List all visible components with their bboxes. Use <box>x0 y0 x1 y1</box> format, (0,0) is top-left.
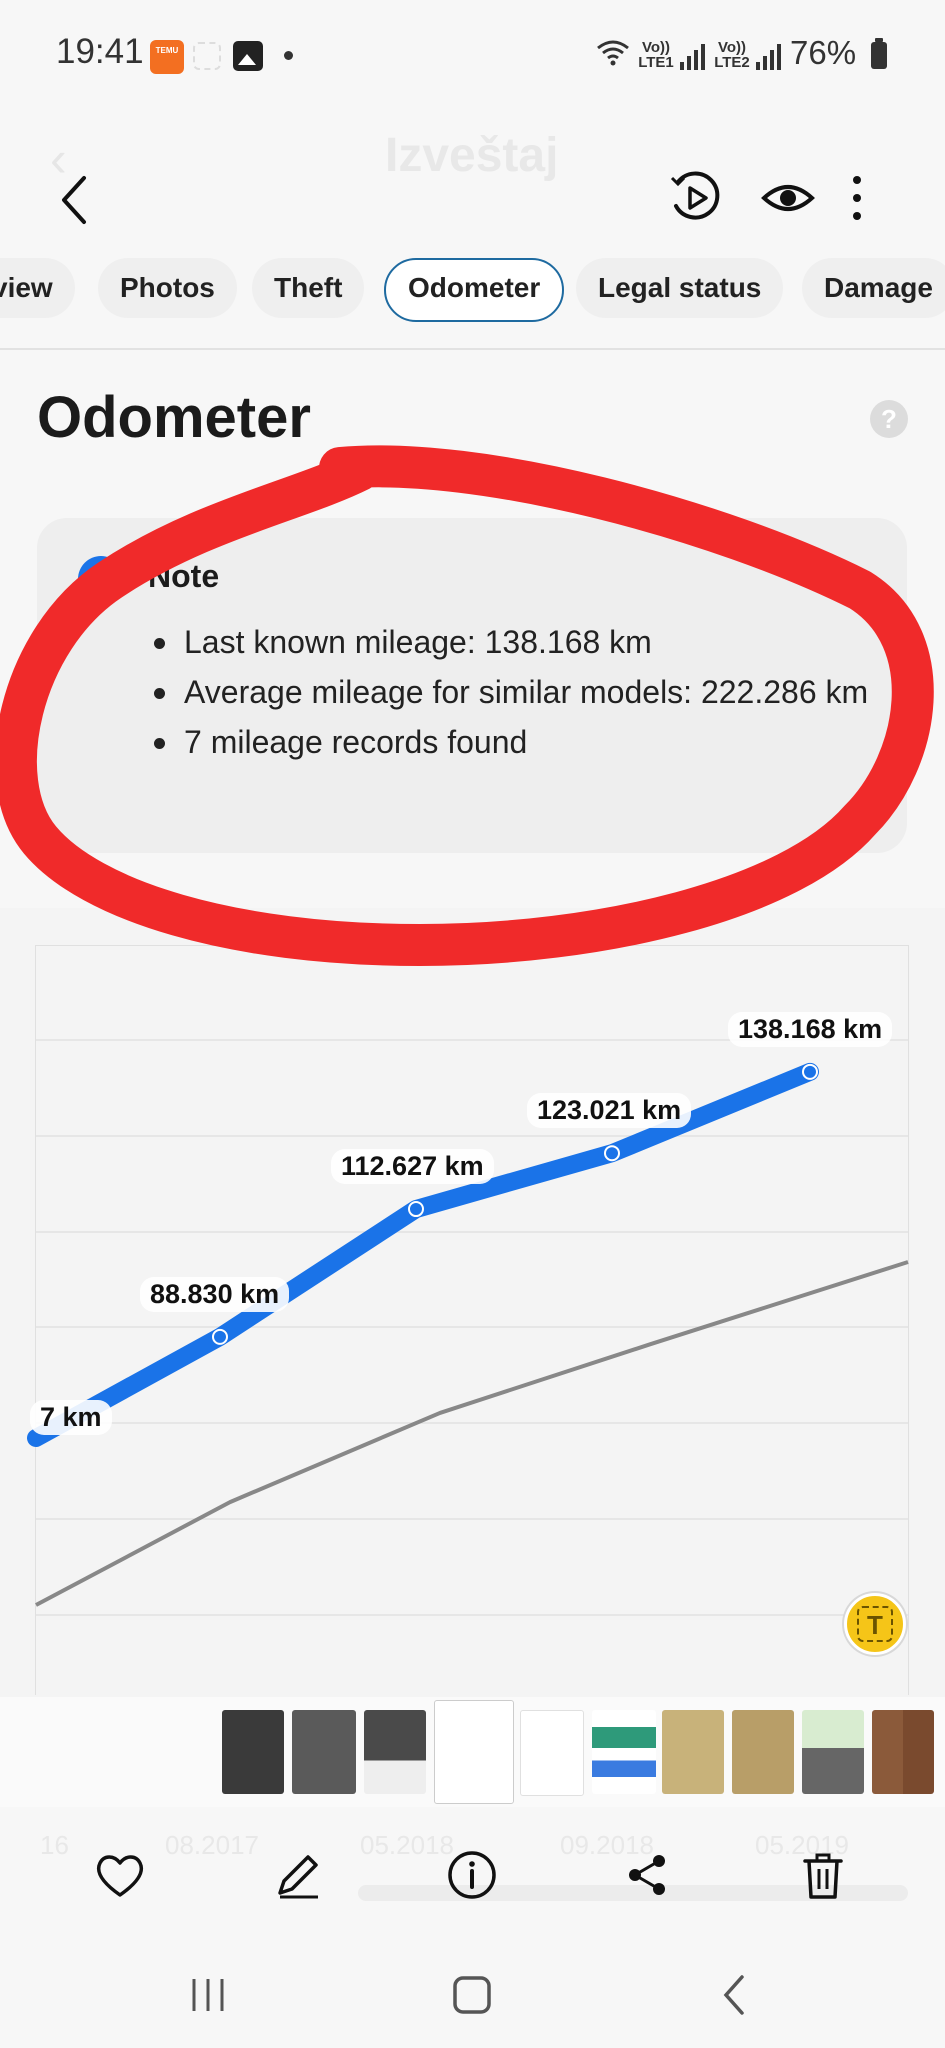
heart-icon[interactable] <box>90 1845 150 1905</box>
series-line-average <box>35 1260 909 1607</box>
thumbnail[interactable] <box>364 1710 426 1794</box>
thumbnail[interactable] <box>802 1710 864 1794</box>
thumbnail[interactable] <box>872 1710 934 1794</box>
data-label: 88.830 km <box>140 1276 290 1312</box>
info-icon[interactable] <box>442 1845 502 1905</box>
data-point[interactable] <box>802 1063 818 1080</box>
recents-icon[interactable] <box>178 1965 238 2025</box>
thumbnail[interactable] <box>222 1710 284 1794</box>
mileage-chart <box>27 1039 909 1616</box>
data-label: 112.627 km <box>331 1149 494 1185</box>
series-line-mileage <box>27 1062 819 1447</box>
x-tick: 08.2017 <box>165 1830 259 1860</box>
data-label: 123.021 km <box>527 1093 692 1129</box>
x-tick: 05.2018 <box>360 1830 454 1860</box>
data-point[interactable] <box>408 1201 424 1218</box>
x-tick: 16 <box>40 1830 69 1860</box>
data-point[interactable] <box>604 1145 620 1162</box>
thumbnail[interactable] <box>520 1710 584 1796</box>
trash-icon[interactable] <box>793 1845 853 1905</box>
thumbnail[interactable] <box>592 1710 656 1794</box>
data-point[interactable] <box>212 1328 228 1345</box>
share-icon[interactable] <box>617 1845 677 1905</box>
home-icon[interactable] <box>442 1965 502 2025</box>
text-scan-icon: T <box>857 1606 893 1642</box>
edit-icon[interactable] <box>268 1845 328 1905</box>
text-recognition-button[interactable]: T <box>844 1593 906 1655</box>
thumbnail[interactable] <box>292 1710 356 1794</box>
thumbnail[interactable] <box>662 1710 724 1794</box>
data-label: 7 km <box>30 1400 112 1435</box>
data-label: 138.168 km <box>728 1011 893 1047</box>
thumbnail-current[interactable] <box>434 1700 514 1804</box>
thumbnail[interactable] <box>732 1710 794 1794</box>
back-icon[interactable] <box>706 1965 766 2025</box>
